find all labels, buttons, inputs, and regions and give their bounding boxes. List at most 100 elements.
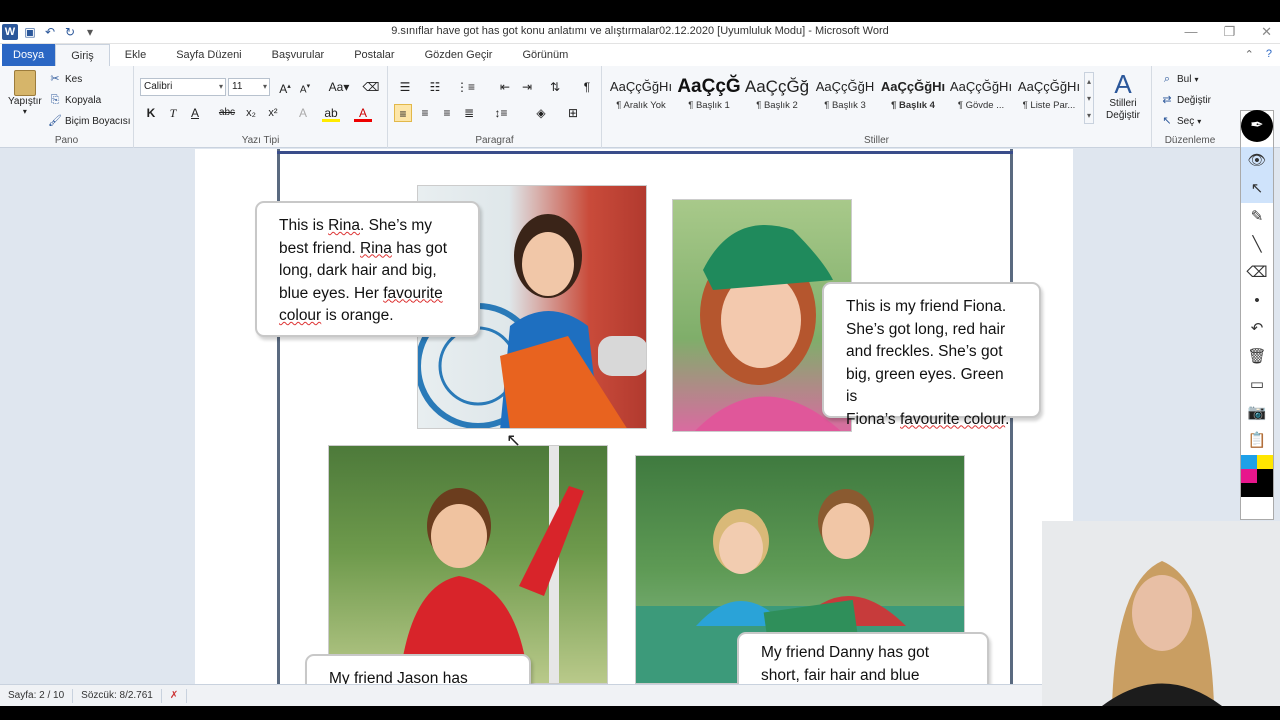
color-swatch-black-2[interactable] [1241,483,1273,497]
align-center-icon[interactable]: ≡ [416,104,434,122]
clear-formatting-icon[interactable]: ⌫ [362,78,380,96]
superscript-icon[interactable]: x² [264,104,282,122]
page-frame-top [277,151,1013,154]
ribbon-minimize-icon[interactable]: ⌃ [1245,48,1254,61]
multilevel-list-icon[interactable]: ⋮≡ [456,78,475,96]
font-color-icon[interactable]: A [354,104,372,122]
text-box-rina[interactable]: This is Rina. She’s my best friend. Rina… [255,201,480,337]
webcam-presenter-drawing [1042,521,1280,706]
bullets-icon[interactable]: ☰ [396,78,414,96]
undo-tool-icon[interactable]: ↶ [1241,315,1273,343]
copy-icon: ⎘ [50,94,60,106]
change-case-icon[interactable]: Aa▾ [326,78,352,96]
pointer-icon[interactable]: ↖ [1241,175,1273,203]
editing-group-label: Düzenleme [1164,135,1216,146]
grow-font-icon[interactable]: A▴ [276,78,294,96]
styles-scroll[interactable]: ▴ ▾ ▾ [1084,72,1094,124]
trash-icon[interactable]: 🗑 [1241,343,1273,371]
rina-line-2: best friend. Rina has got [279,239,448,257]
word-count[interactable]: Sözcük: 8/2.761 [73,688,162,703]
help-icon[interactable]: ? [1266,48,1272,61]
align-right-icon[interactable]: ≡ [438,104,456,122]
style-list-paragraph[interactable]: AaÇçĞğHı ¶ Liste Par... [1016,72,1082,120]
find-button[interactable]: ⌕ Bul ▾ [1160,72,1199,86]
jason-line-1: My friend Jason has [329,670,468,684]
change-styles-button[interactable]: A Stilleri Değiştir [1098,70,1148,122]
proofing-icon[interactable]: ✗ [162,688,188,703]
tab-page-layout[interactable]: Sayfa Düzeni [161,44,256,66]
dot-icon[interactable]: • [1241,287,1273,315]
style-no-spacing[interactable]: AaÇçĞğHı ¶ Aralık Yok [608,72,674,120]
restore-icon[interactable]: ❐ [1223,24,1235,40]
bold-icon[interactable]: K [142,104,160,122]
text-effects-icon[interactable]: A [294,104,312,122]
underline-icon[interactable]: A [186,104,204,122]
align-left-icon[interactable]: ≡ [394,104,412,122]
italic-icon[interactable]: T [164,104,182,122]
tab-mailings[interactable]: Postalar [339,44,409,66]
fiona-line-3: and freckles. She’s got [846,343,1003,360]
screen-icon[interactable]: ▭ [1241,371,1273,399]
text-box-jason[interactable]: My friend Jason has [305,654,531,684]
text-box-danny[interactable]: My friend Danny has got short, fair hair… [737,632,989,684]
annotation-pen-logo-icon[interactable]: ✒ [1241,110,1273,142]
style-body[interactable]: AaÇçĞğHı ¶ Gövde ... [948,72,1014,120]
tab-insert[interactable]: Ekle [110,44,161,66]
color-swatch-magenta[interactable] [1241,469,1257,483]
style-heading-3[interactable]: AaÇçĞğH ¶ Başlık 3 [812,72,878,120]
clipboard-tool-icon[interactable]: 📋 [1241,427,1273,455]
fiona-line-1: This is my friend Fiona. [846,298,1007,315]
cut-button[interactable]: ✂ Kes [48,72,82,86]
text-box-fiona[interactable]: This is my friend Fiona. She’s got long,… [822,282,1041,428]
font-size-select[interactable]: 11 ▾ [228,78,270,96]
tab-view[interactable]: Görünüm [507,44,583,66]
decrease-indent-icon[interactable]: ⇤ [496,78,514,96]
justify-icon[interactable]: ≣ [460,104,478,122]
minimize-icon[interactable]: — [1184,24,1197,40]
ribbon: Yapıştır ▾ ✂ Kes ⎘ Kopyala 🖌 Biçim Boyac… [0,66,1280,148]
tab-review[interactable]: Gözden Geçir [410,44,508,66]
camera-icon[interactable]: 📷 [1241,399,1273,427]
style-heading-1[interactable]: AaÇçĞ ¶ Başlık 1 [676,72,742,120]
show-marks-icon[interactable]: ¶ [578,78,596,96]
word-window: W ▣ ↶ ↻ ▾ 9.sınıflar have got has got ko… [0,22,1280,706]
style-heading-4[interactable]: AaÇçĞğHı ¶ Başlık 4 [880,72,946,120]
highlight-icon[interactable]: ab [322,104,340,122]
strikethrough-icon[interactable]: abc [218,104,236,122]
select-button[interactable]: ↖ Seç ▾ [1160,114,1201,128]
close-icon[interactable]: ✕ [1261,24,1272,40]
tab-file[interactable]: Dosya [2,44,56,66]
color-swatch-yellow[interactable] [1257,455,1273,469]
mouse-cursor-icon: ↖ [506,430,522,450]
styles-a-icon: A [1114,69,1132,99]
increase-indent-icon[interactable]: ⇥ [518,78,536,96]
replace-button[interactable]: ⇄ Değiştir [1160,93,1211,107]
color-swatch-cyan[interactable] [1241,455,1257,469]
sort-icon[interactable]: ⇅ [546,78,564,96]
eye-icon[interactable]: 👁 [1241,147,1273,175]
copy-button[interactable]: ⎘ Kopyala [48,93,102,107]
window-title: 9.sınıflar have got has got konu anlatım… [391,25,889,37]
pen-icon[interactable]: ✎ [1241,203,1273,231]
numbering-icon[interactable]: ☷ [426,78,444,96]
color-palette[interactable] [1241,455,1273,497]
webcam-overlay [1042,521,1280,706]
paste-button[interactable]: Yapıştır ▾ [8,70,42,116]
page-indicator[interactable]: Sayfa: 2 / 10 [0,688,74,703]
tab-home[interactable]: Giriş [55,44,110,66]
font-name-select[interactable]: Calibri ▾ [140,78,226,96]
color-swatch-black[interactable] [1257,469,1273,483]
document-page[interactable]: This is Rina. She’s my best friend. Rina… [195,149,1073,684]
shading-icon[interactable]: ◈ [532,104,550,122]
eraser-icon[interactable]: ⌫ [1241,259,1273,287]
line-icon[interactable]: ╲ [1241,231,1273,259]
shrink-font-icon[interactable]: A▾ [296,78,314,96]
tab-references[interactable]: Başvurular [257,44,340,66]
subscript-icon[interactable]: x₂ [242,104,260,122]
styles-group: AaÇçĞğHı ¶ Aralık Yok AaÇçĞ ¶ Başlık 1 A… [602,66,1152,148]
format-painter-button[interactable]: 🖌 Biçim Boyacısı [48,114,131,128]
photo-jason [328,445,608,684]
style-heading-2[interactable]: AaÇçĞğ ¶ Başlık 2 [744,72,810,120]
borders-icon[interactable]: ⊞ [564,104,582,122]
line-spacing-icon[interactable]: ↕≡ [492,104,510,122]
